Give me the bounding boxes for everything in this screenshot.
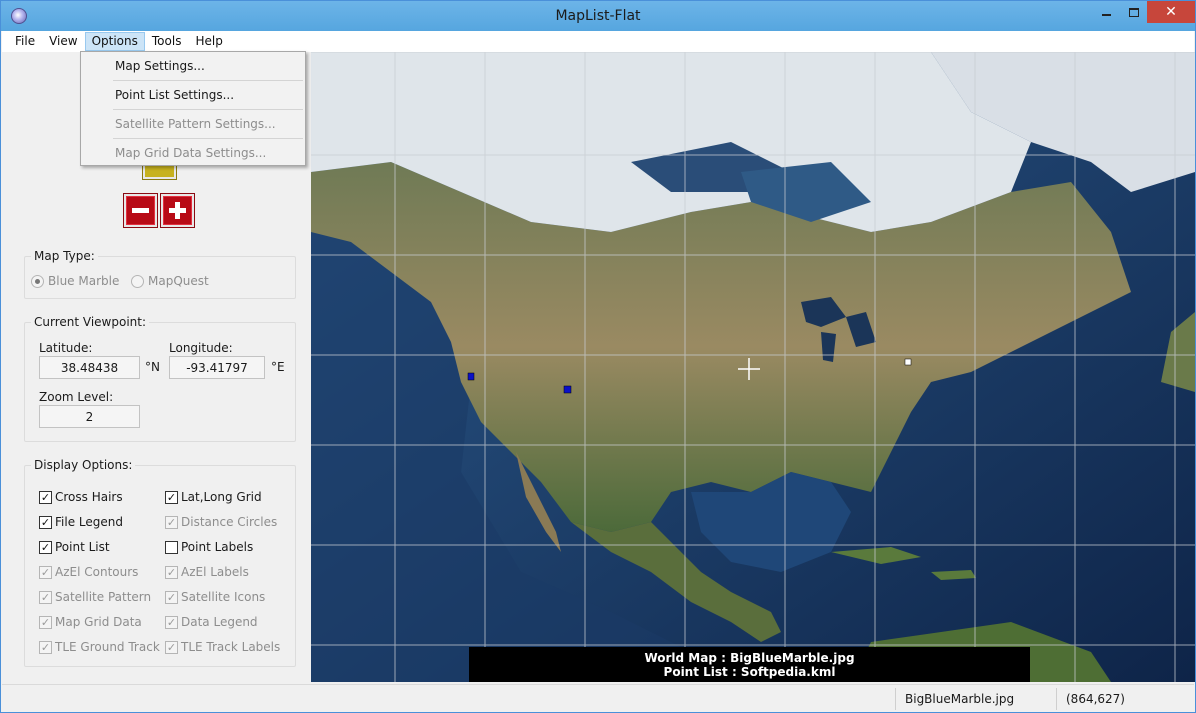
status-bar: BigBlueMarble.jpg (864,627) <box>2 684 1194 712</box>
checkbox-label: TLE Ground Track <box>55 640 160 654</box>
checkbox-label: Point Labels <box>181 540 254 554</box>
status-coords: (864,627) <box>1066 692 1125 706</box>
checkbox-satellite-pattern: ✓ Satellite Pattern <box>39 590 151 604</box>
checkbox-label: Distance Circles <box>181 515 278 529</box>
check-icon: ✓ <box>165 490 178 504</box>
check-icon: ✓ <box>165 640 178 654</box>
menu-file[interactable]: File <box>8 32 42 51</box>
checkbox-distance-circles: ✓ Distance Circles <box>165 515 277 529</box>
checkbox-label: AzEl Contours <box>55 565 139 579</box>
menu-tools[interactable]: Tools <box>145 32 189 51</box>
maximize-button[interactable] <box>1120 1 1147 23</box>
menu-bar: File View Options Tools Help <box>2 31 1194 52</box>
checkbox-data-legend: ✓ Data Legend <box>165 615 258 629</box>
menu-options[interactable]: Options <box>84 32 145 51</box>
check-icon: ✓ <box>39 615 52 629</box>
check-icon: ✓ <box>39 590 52 604</box>
minimize-button[interactable] <box>1093 1 1120 23</box>
file-legend: World Map : BigBlueMarble.jpg Point List… <box>469 647 1030 682</box>
radio-label: MapQuest <box>148 274 209 288</box>
radio-unselected-icon <box>131 274 144 288</box>
checkbox-label: Cross Hairs <box>55 490 123 504</box>
point-marker[interactable] <box>563 385 572 394</box>
checkbox-label: Satellite Icons <box>181 590 266 604</box>
viewpoint-title: Current Viewpoint: <box>31 315 150 329</box>
map-canvas[interactable] <box>311 52 1195 682</box>
check-icon: ✓ <box>165 590 178 604</box>
checkbox-cross-hairs[interactable]: ✓ Cross Hairs <box>39 490 123 504</box>
close-icon: ✕ <box>1165 4 1177 20</box>
longitude-field[interactable]: -93.41797 <box>169 356 265 379</box>
zoom-out-button[interactable] <box>123 193 158 228</box>
radio-blue-marble[interactable]: Blue Marble <box>31 274 119 288</box>
status-separator <box>895 688 896 710</box>
checkbox-label: Point List <box>55 540 110 554</box>
checkbox-empty-icon <box>165 540 178 554</box>
checkbox-tle-ground-track: ✓ TLE Ground Track <box>39 640 160 654</box>
checkbox-azel-labels: ✓ AzEl Labels <box>165 565 249 579</box>
options-menu: Map Settings... Point List Settings... S… <box>80 51 306 166</box>
map-type-title: Map Type: <box>31 249 98 263</box>
checkbox-map-grid-data: ✓ Map Grid Data <box>39 615 142 629</box>
maximize-icon <box>1128 7 1139 17</box>
app-window: MapList-Flat ✕ File View Options Tools H… <box>0 0 1196 713</box>
status-separator <box>1056 688 1057 710</box>
zoom-level-field[interactable]: 2 <box>39 405 140 428</box>
longitude-label: Longitude: <box>169 341 233 355</box>
check-icon: ✓ <box>39 640 52 654</box>
display-options-title: Display Options: <box>31 458 136 472</box>
check-icon: ✓ <box>39 490 52 504</box>
radio-selected-icon <box>31 274 44 288</box>
zoom-level-label: Zoom Level: <box>39 390 114 404</box>
longitude-unit: °E <box>271 360 285 374</box>
check-icon: ✓ <box>165 565 178 579</box>
checkbox-label: TLE Track Labels <box>181 640 281 654</box>
viewpoint-group: Current Viewpoint: Latitude: 38.48438 °N… <box>24 315 296 442</box>
checkbox-file-legend[interactable]: ✓ File Legend <box>39 515 123 529</box>
checkbox-label: Map Grid Data <box>55 615 142 629</box>
point-marker[interactable] <box>467 372 475 381</box>
checkbox-lat-long-grid[interactable]: ✓ Lat,Long Grid <box>165 490 262 504</box>
check-icon: ✓ <box>165 515 178 529</box>
menu-help[interactable]: Help <box>188 32 229 51</box>
display-options-group: Display Options: ✓ Cross Hairs ✓ Lat,Long G… <box>24 458 296 667</box>
check-icon: ✓ <box>39 515 52 529</box>
latitude-field[interactable]: 38.48438 <box>39 356 140 379</box>
checkbox-label: Satellite Pattern <box>55 590 152 604</box>
checkbox-azel-contours: ✓ AzEl Contours <box>39 565 138 579</box>
checkbox-point-labels[interactable]: Point Labels <box>165 540 253 554</box>
latitude-label: Latitude: <box>39 341 93 355</box>
menu-item-point-list-settings[interactable]: Point List Settings... <box>81 81 305 109</box>
window-title: MapList-Flat <box>555 8 641 24</box>
legend-map-line: World Map : BigBlueMarble.jpg <box>644 651 855 665</box>
checkbox-label: Lat,Long Grid <box>181 490 262 504</box>
menu-item-map-settings[interactable]: Map Settings... <box>81 52 305 80</box>
minimize-icon <box>1102 14 1111 16</box>
menu-view[interactable]: View <box>42 32 84 51</box>
zoom-in-button[interactable] <box>160 193 195 228</box>
checkbox-tle-track-labels: ✓ TLE Track Labels <box>165 640 280 654</box>
check-icon: ✓ <box>39 540 52 554</box>
zoom-in-icon-vertical <box>175 202 180 219</box>
checkbox-label: Data Legend <box>181 615 258 629</box>
legend-points-line: Point List : Softpedia.kml <box>663 665 836 679</box>
menu-item-satellite-pattern-settings: Satellite Pattern Settings... <box>115 117 276 131</box>
checkbox-point-list[interactable]: ✓ Point List <box>39 540 110 554</box>
map-type-group: Map Type: Blue Marble MapQuest <box>24 249 296 299</box>
map-view[interactable]: World Map : BigBlueMarble.jpg Point List… <box>311 52 1195 682</box>
status-file: BigBlueMarble.jpg <box>905 692 1015 706</box>
menu-item-map-grid-data-settings: Map Grid Data Settings... <box>115 146 267 160</box>
latitude-unit: °N <box>145 360 160 374</box>
radio-label: Blue Marble <box>48 274 120 288</box>
zoom-out-icon <box>132 208 149 213</box>
close-button[interactable]: ✕ <box>1147 1 1195 23</box>
title-bar[interactable]: MapList-Flat ✕ <box>1 1 1195 31</box>
checkbox-satellite-icons: ✓ Satellite Icons <box>165 590 265 604</box>
check-icon: ✓ <box>165 615 178 629</box>
radio-mapquest[interactable]: MapQuest <box>131 274 209 288</box>
point-marker[interactable] <box>904 358 912 366</box>
checkbox-label: File Legend <box>55 515 123 529</box>
checkbox-label: AzEl Labels <box>181 565 249 579</box>
check-icon: ✓ <box>39 565 52 579</box>
